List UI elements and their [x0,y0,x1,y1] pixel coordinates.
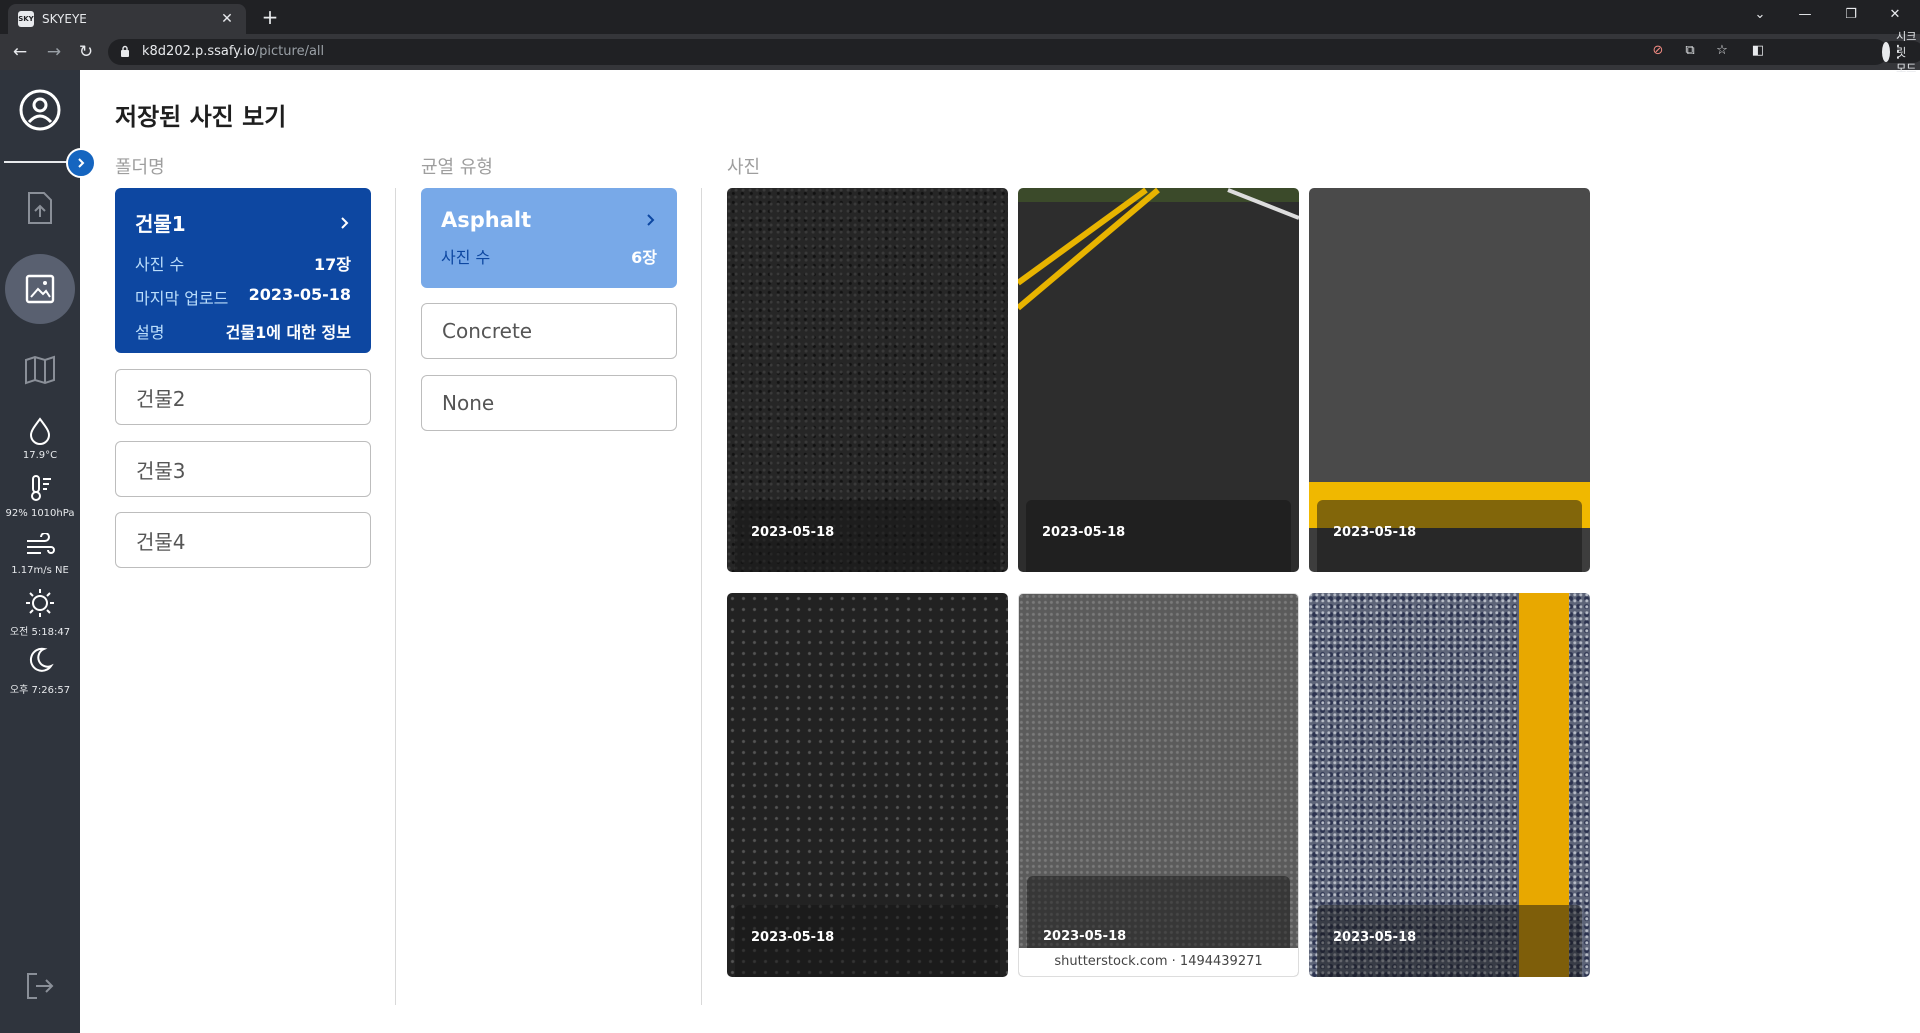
column-divider [701,188,702,1005]
translate-icon[interactable]: ⧉ [1680,43,1700,58]
photo-thumbnail[interactable]: 2023-05-18 [1309,593,1590,977]
last-upload-value: 2023-05-18 [248,285,351,304]
app-sidebar: 17.9°C 92% 1010hPa 1.17m/s NE 오전 5:18:47… [0,70,80,1033]
photo-thumbnail[interactable]: 2023-05-18 shutterstock.com · 1494439271 [1018,593,1299,977]
browser-toolbar: ← → ↻ k8d202.p.ssafy.io/picture/all ⊘ ⧉ … [0,30,1920,75]
logout-icon[interactable] [22,968,58,1004]
gallery-icon[interactable] [20,269,60,309]
profile-icon[interactable] [14,84,66,136]
browser-menu-icon[interactable]: ⋮ [1886,40,1910,64]
photo-thumbnail[interactable]: 2023-05-18 [727,593,1008,977]
browser-tab[interactable]: SKY SKYEYE ✕ [8,4,246,34]
photo-count-value: 17장 [314,255,351,274]
crack-type-name: None [442,391,495,415]
browser-tab-strip: SKY SKYEYE ✕ + ⌄ — ❐ ✕ [0,0,1920,34]
page-title: 저장된 사진 보기 [115,103,287,131]
restore-button[interactable]: ❐ [1836,4,1866,26]
bookmark-star-icon[interactable]: ☆ [1712,43,1732,58]
photo-date: 2023-05-18 [751,525,835,540]
url-text: k8d202.p.ssafy.io/picture/all [142,44,325,59]
description-value: 건물1에 대한 정보 [225,323,351,342]
temperature-label: 17.9°C [22,450,58,461]
crack-type-name: Asphalt [441,208,532,232]
thermometer-icon [24,472,56,504]
photo-thumbnail[interactable]: 2023-05-18 [727,188,1008,572]
wind-label: 1.17m/s NE [11,565,69,576]
crack-type-column-header: 균열 유형 [421,157,493,178]
photo-date: 2023-05-18 [751,930,835,945]
folder-card[interactable]: 건물2 [115,369,371,425]
photo-date: 2023-05-18 [1043,929,1127,944]
upload-icon[interactable] [20,188,60,228]
photo-date: 2023-05-18 [1042,525,1126,540]
tab-close-icon[interactable]: ✕ [218,11,236,27]
side-panel-icon[interactable]: ◧ [1748,43,1768,58]
tab-title: SKYEYE [42,12,87,26]
close-window-button[interactable]: ✕ [1880,4,1910,26]
chevron-right-icon [647,214,655,226]
photo-count-label: 사진 수 [441,248,491,267]
crack-type-card[interactable]: None [421,375,677,431]
column-divider [395,188,396,1005]
wind-icon [24,530,56,562]
crack-type-card-active[interactable]: Asphalt 사진 수 6장 [421,188,677,288]
photo-date: 2023-05-18 [1333,525,1417,540]
folder-name: 건물2 [136,386,186,411]
crack-type-name: Concrete [442,319,533,343]
sunrise-icon [22,585,58,621]
map-icon[interactable] [20,350,60,390]
photo-date: 2023-05-18 [1333,930,1417,945]
folder-name: 건물3 [136,458,186,483]
tab-search-icon[interactable]: ⌄ [1745,4,1775,26]
humidity-pressure-label: 92% 1010hPa [5,508,75,519]
blocked-popup-icon[interactable]: ⊘ [1648,43,1668,58]
photo-count-label: 사진 수 [135,255,185,274]
folder-card[interactable]: 건물3 [115,441,371,497]
photo-thumbnail[interactable]: 2023-05-18 [1018,188,1299,572]
photo-watermark: shutterstock.com · 1494439271 [1019,948,1298,976]
chevron-right-icon [78,158,85,168]
photo-count-value: 6장 [631,248,657,267]
folder-name: 건물1 [135,212,186,236]
sunset-label: 오후 7:26:57 [9,685,71,696]
photo-thumbnail[interactable]: 2023-05-18 [1309,188,1590,572]
crack-type-card[interactable]: Concrete [421,303,677,359]
photo-column-header: 사진 [727,157,761,178]
forward-icon[interactable]: → [42,40,66,64]
folder-name: 건물4 [136,529,186,554]
folder-column-header: 폴더명 [115,157,165,178]
site-favicon-icon: SKY [18,11,34,27]
lock-icon [121,45,129,57]
minimize-button[interactable]: — [1790,4,1820,26]
sidebar-expand-button[interactable] [66,148,96,178]
description-label: 설명 [135,323,165,342]
last-upload-label: 마지막 업로드 [135,289,229,308]
chevron-right-icon [341,216,349,229]
new-tab-button[interactable]: + [258,5,282,29]
address-bar[interactable]: k8d202.p.ssafy.io/picture/all ⊘ ⧉ ☆ ◧ 시크… [108,30,1920,75]
reload-icon[interactable]: ↻ [74,40,98,64]
moon-icon [24,644,56,676]
folder-card-active[interactable]: 건물1 사진 수 17장 마지막 업로드 2023-05-18 설명 건물1에 … [115,188,371,353]
back-icon[interactable]: ← [8,40,32,64]
droplet-icon [24,415,56,447]
folder-card[interactable]: 건물4 [115,512,371,568]
sunrise-label: 오전 5:18:47 [9,627,71,638]
